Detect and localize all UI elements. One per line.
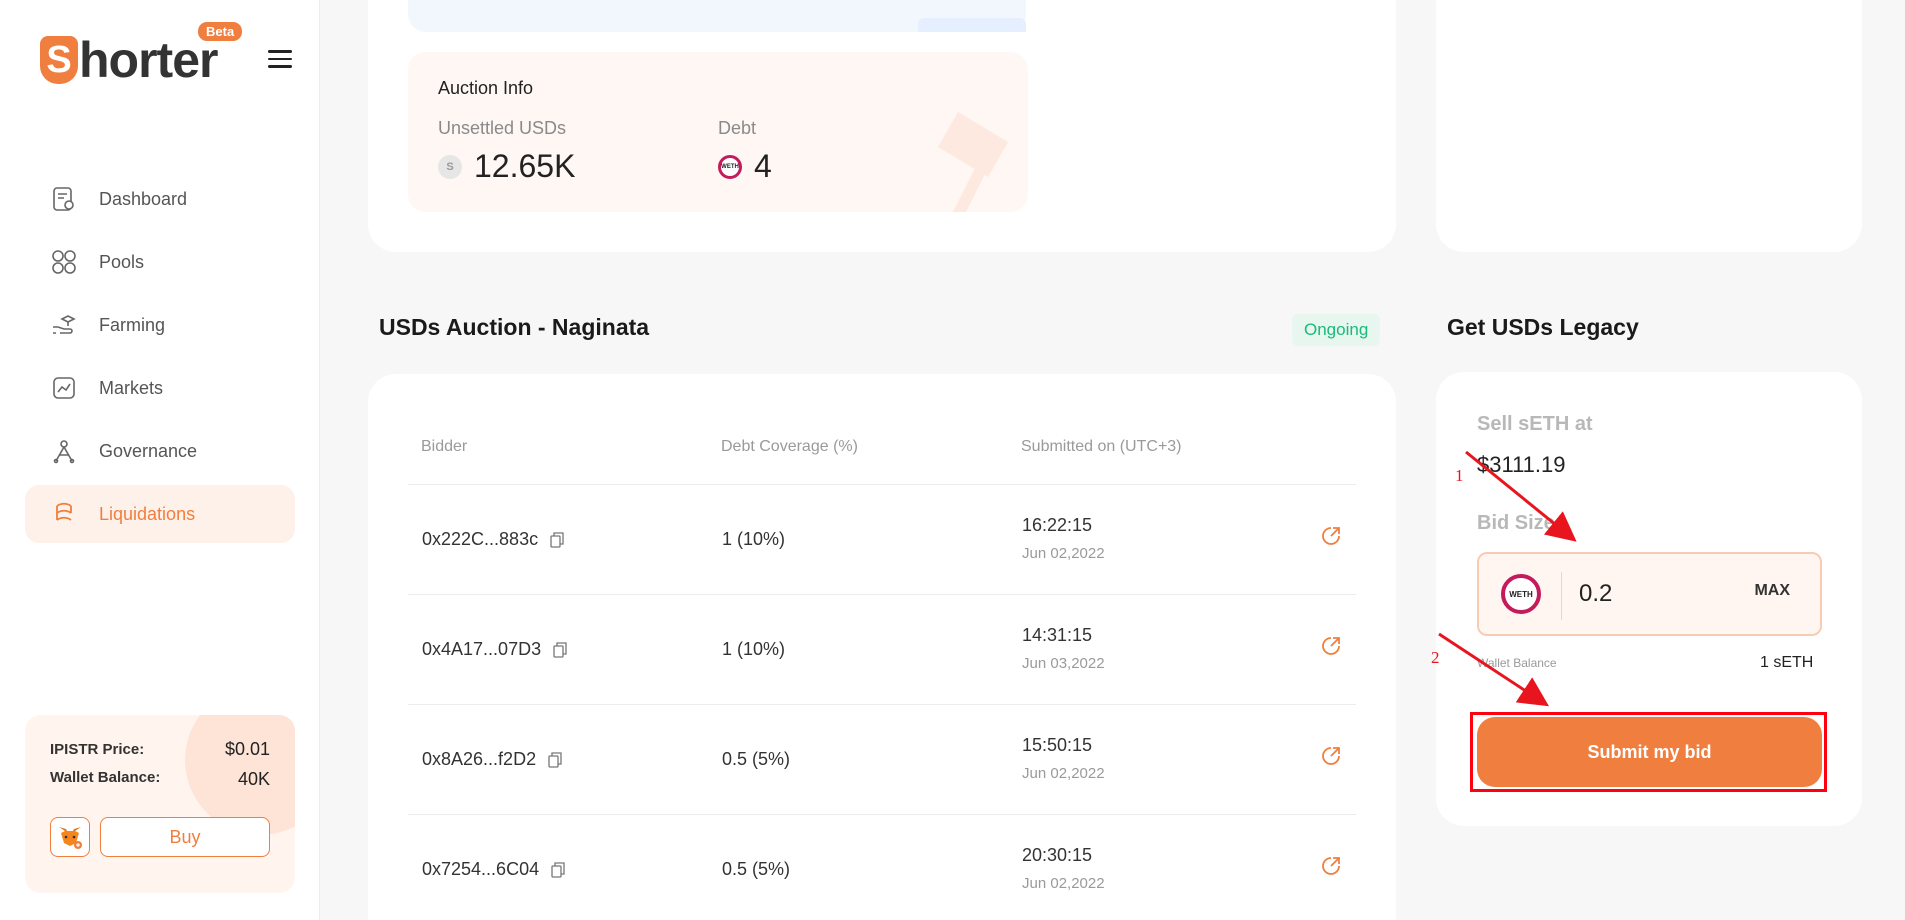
main-nav: Dashboard Pools Farming Markets Governan… xyxy=(25,170,295,548)
bid-size-label: Bid Size xyxy=(1477,512,1555,534)
table-row: 0x8A26...f2D2 0.5 (5%) 15:50:15 Jun 02,2… xyxy=(408,704,1356,814)
debt-label: Debt xyxy=(718,118,757,138)
bid-panel-title: Get USDs Legacy xyxy=(1447,314,1639,340)
sell-price-value: $3111.19 xyxy=(1477,452,1566,477)
copy-icon[interactable] xyxy=(553,641,567,658)
liquidations-icon xyxy=(51,501,77,527)
wallet-balance-label: Wallet Balance: xyxy=(50,769,161,786)
nav-item-markets[interactable]: Markets xyxy=(25,359,295,417)
nav-item-dashboard[interactable]: Dashboard xyxy=(25,170,295,228)
token-price-value: $0.01 xyxy=(224,739,270,759)
bid-size-field[interactable]: WETH MAX xyxy=(1477,552,1822,636)
bidder-cell: 0x4A17...07D3 xyxy=(422,639,567,660)
strip-tab xyxy=(918,18,1026,32)
bidder-cell: 0x8A26...f2D2 xyxy=(422,749,562,770)
submitted-time: 16:22:15 xyxy=(1022,515,1093,535)
submitted-date: Jun 02,2022 xyxy=(1022,875,1105,892)
col-header-debt-coverage: Debt Coverage (%) xyxy=(721,438,858,455)
sell-price-label: Sell sETH at xyxy=(1477,413,1593,435)
debt-coverage: 0.5 (5%) xyxy=(722,859,791,879)
external-link-icon[interactable] xyxy=(1320,525,1342,552)
nav-label: Farming xyxy=(99,314,166,335)
nav-label: Pools xyxy=(99,251,145,272)
nav-item-liquidations[interactable]: Liquidations xyxy=(25,485,295,543)
auction-title: USDs Auction - Naginata xyxy=(379,314,650,340)
status-badge: Ongoing xyxy=(1292,314,1381,346)
copy-icon[interactable] xyxy=(551,861,565,878)
usds-coin-icon: S xyxy=(438,154,462,179)
external-link-icon[interactable] xyxy=(1320,855,1342,882)
debt-amount: 4 xyxy=(754,148,772,184)
col-header-submitted: Submitted on (UTC+3) xyxy=(1021,438,1182,455)
bidder-cell: 0x7254...6C04 xyxy=(422,859,565,880)
nav-label: Markets xyxy=(99,377,164,398)
pools-icon xyxy=(51,249,77,275)
unsettled-amount: 12.65K xyxy=(474,148,576,184)
submitted-time: 20:30:15 xyxy=(1022,845,1093,865)
farming-icon xyxy=(51,312,77,338)
sidebar: S horter Beta Dashboard Pools Farming Ma… xyxy=(0,0,320,920)
token-wallet-box: IPISTR Price: $0.01 Wallet Balance: 40K … xyxy=(25,715,295,893)
nav-label: Governance xyxy=(99,440,198,461)
weth-token-icon: WETH xyxy=(1501,574,1541,614)
col-header-bidder: Bidder xyxy=(421,438,468,455)
external-link-icon[interactable] xyxy=(1320,635,1342,662)
token-price-label: IPISTR Price: xyxy=(50,741,145,758)
bidder-cell: 0x222C...883c xyxy=(422,529,564,550)
beta-badge: Beta xyxy=(198,22,243,41)
buy-button[interactable]: Buy xyxy=(100,817,270,857)
nav-item-pools[interactable]: Pools xyxy=(25,233,295,291)
logo-shield-icon: S xyxy=(40,36,78,84)
input-divider xyxy=(1561,572,1562,620)
auction-info-title: Auction Info xyxy=(438,78,534,98)
bid-size-input[interactable] xyxy=(1579,574,1739,614)
nav-label: Dashboard xyxy=(99,188,188,209)
annotation-highlight-box xyxy=(1470,712,1827,792)
weth-coin-icon: WETH xyxy=(718,154,742,179)
bidder-address: 0x4A17...07D3 xyxy=(422,639,542,659)
metamask-add-button[interactable] xyxy=(50,817,90,857)
wallet-balance-value: 40K xyxy=(237,769,270,789)
hammer-watermark-icon xyxy=(938,112,1008,212)
table-row: 0x4A17...07D3 1 (10%) 14:31:15 Jun 03,20… xyxy=(408,594,1356,704)
markets-icon xyxy=(51,375,77,401)
bidder-address: 0x7254...6C04 xyxy=(422,859,540,879)
logo-text: horter xyxy=(79,32,218,88)
table-row: 0x7254...6C04 0.5 (5%) 20:30:15 Jun 02,2… xyxy=(408,814,1356,920)
bid-wallet-balance-label: Wallet Balance xyxy=(1477,656,1557,670)
copy-icon[interactable] xyxy=(550,531,564,548)
bidder-address: 0x222C...883c xyxy=(422,529,539,549)
submitted-time: 15:50:15 xyxy=(1022,735,1093,755)
copy-icon[interactable] xyxy=(548,751,562,768)
debt-coverage: 1 (10%) xyxy=(722,639,786,659)
debt-value: WETH 4 xyxy=(718,148,772,185)
pool-stats-strip xyxy=(408,0,1026,32)
nav-item-governance[interactable]: Governance xyxy=(25,422,295,480)
annotation-step-1: 1 xyxy=(1455,466,1464,485)
debt-coverage: 1 (10%) xyxy=(722,529,786,549)
menu-toggle-icon[interactable] xyxy=(268,50,292,68)
table-row: 0x222C...883c 1 (10%) 16:22:15 Jun 02,20… xyxy=(408,484,1356,594)
annotation-step-2: 2 xyxy=(1431,648,1440,667)
dashboard-icon xyxy=(51,186,77,212)
submitted-date: Jun 03,2022 xyxy=(1022,655,1105,672)
nav-label: Liquidations xyxy=(99,503,196,524)
submitted-date: Jun 02,2022 xyxy=(1022,765,1105,782)
side-summary-card xyxy=(1436,0,1862,252)
external-link-icon[interactable] xyxy=(1320,745,1342,772)
unsettled-usds-label: Unsettled USDs xyxy=(438,118,567,138)
submitted-date: Jun 02,2022 xyxy=(1022,545,1105,562)
unsettled-usds-value: S 12.65K xyxy=(438,148,575,185)
debt-coverage: 0.5 (5%) xyxy=(722,749,791,769)
submitted-time: 14:31:15 xyxy=(1022,625,1093,645)
auction-info-panel: Auction Info Unsettled USDs S 12.65K Deb… xyxy=(408,52,1028,212)
governance-icon xyxy=(51,438,77,464)
bid-wallet-balance-value: 1 sETH xyxy=(1760,654,1814,671)
bidder-address: 0x8A26...f2D2 xyxy=(422,749,537,769)
nav-item-farming[interactable]: Farming xyxy=(25,296,295,354)
shorter-logo[interactable]: S horter xyxy=(40,32,218,88)
metamask-fox-icon xyxy=(59,827,82,849)
max-button[interactable]: MAX xyxy=(1754,582,1790,600)
